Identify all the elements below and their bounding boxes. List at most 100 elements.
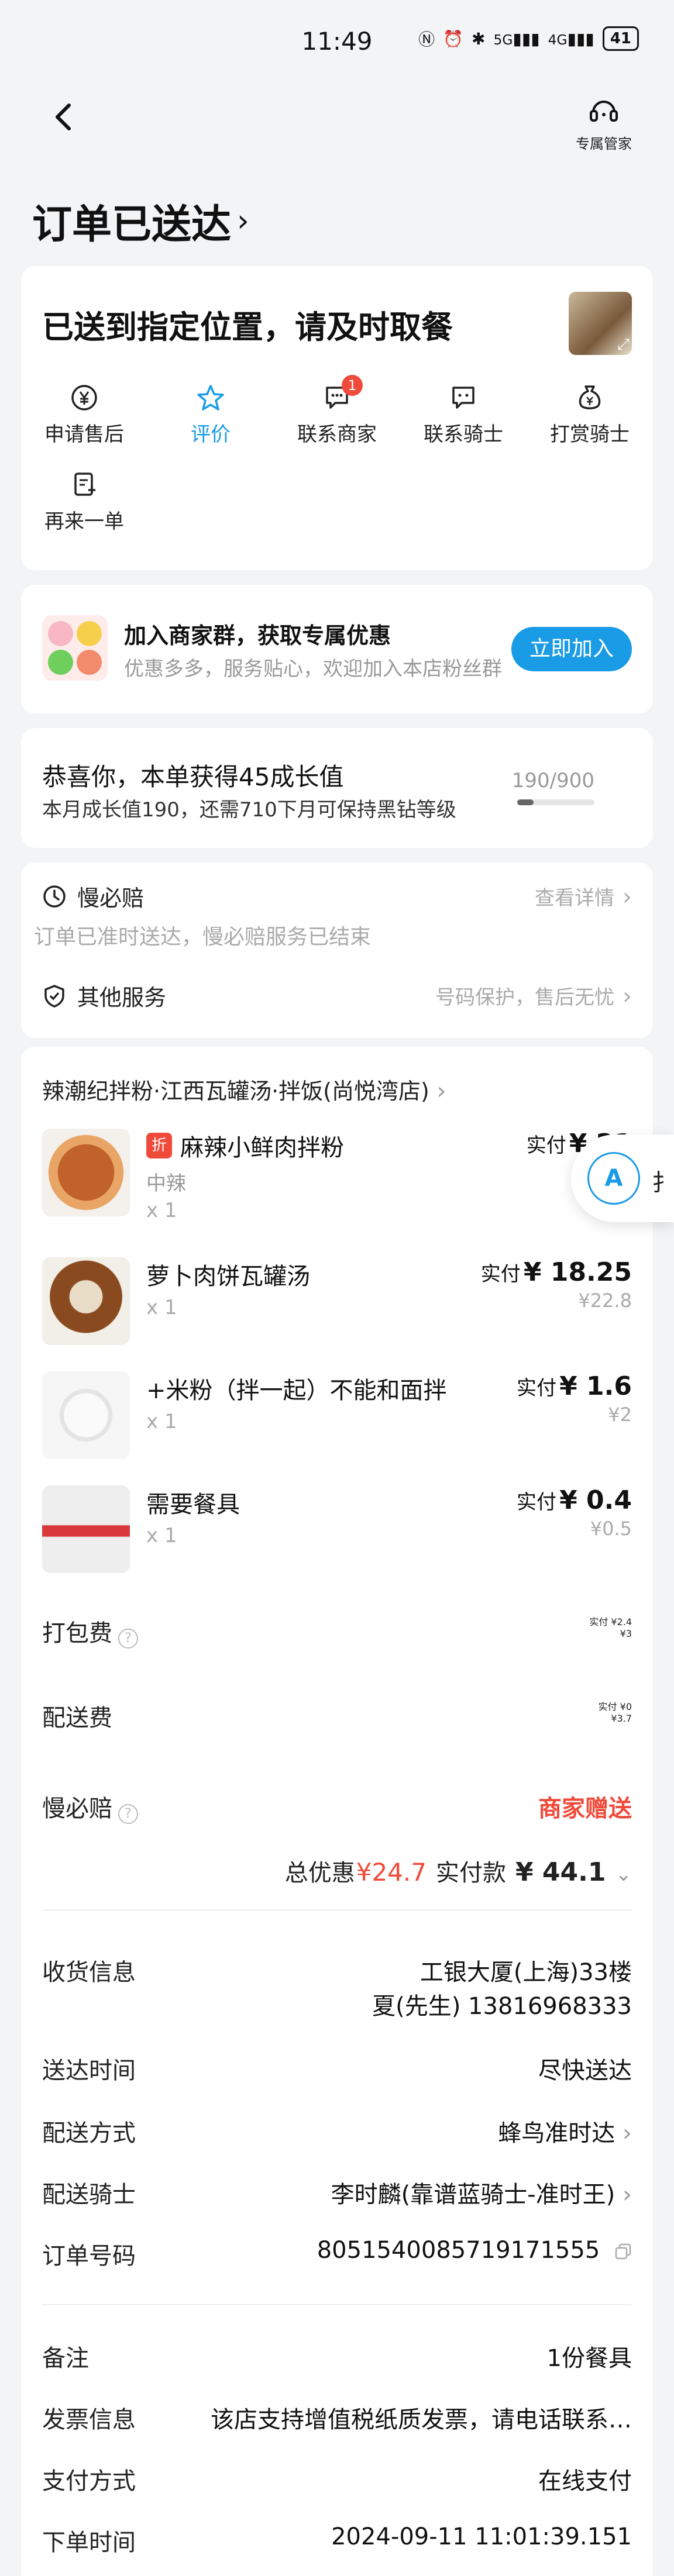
price-value: ¥0 xyxy=(620,1701,632,1712)
address-line2: 夏(先生) 13816968333 xyxy=(372,1993,632,2020)
original-price: ¥3 xyxy=(620,1628,632,1639)
action-label: 联系骑士 xyxy=(424,423,503,446)
address-row: 收货信息 工银大厦(上海)33楼 夏(先生) 13816968333 xyxy=(42,1953,632,2020)
status-bar: 11:49 Ⓝ ⏰ ✱ 5G▮▮▮ 4G▮▮▮ 41 xyxy=(0,0,674,82)
discount-label: 总优惠 xyxy=(284,1860,355,1887)
price-label: 实付 xyxy=(598,1701,617,1712)
action-label: 联系商家 xyxy=(297,423,377,446)
action-label: 打赏骑士 xyxy=(550,423,630,446)
item-qty: x 1 xyxy=(146,1410,177,1433)
other-services-title: 其他服务 xyxy=(77,985,167,1011)
info-label: 备注 xyxy=(42,2345,89,2372)
chat-icon xyxy=(452,387,474,409)
shop-name-link[interactable]: 辣潮纪拌粉·江西瓦罐汤·拌饭(尚悦湾店) xyxy=(42,1073,446,1105)
action-grid: 申请售后 评价 1 联系商家 联系骑士 打赏骑士 再来一单 xyxy=(21,375,653,534)
paid-value: ¥ 44.1 xyxy=(515,1857,606,1887)
action-label: 评价 xyxy=(191,423,231,446)
price-value: ¥ 0.4 xyxy=(559,1485,632,1515)
star-icon xyxy=(197,385,224,411)
item-qty: x 1 xyxy=(146,1524,177,1547)
original-price: ¥0.5 xyxy=(590,1518,632,1540)
action-tip-rider[interactable]: 打赏骑士 xyxy=(527,383,653,447)
bluetooth-icon: ✱ xyxy=(472,29,486,49)
growth-headline: 恭喜你，本单获得45成长值 xyxy=(42,763,344,791)
butler-button[interactable]: 专属管家 xyxy=(569,94,639,153)
yen-circle-icon xyxy=(71,385,97,411)
item-name: 折 麻辣小鲜肉拌粉 xyxy=(146,1129,344,1163)
info-label: 配送方式 xyxy=(42,2120,136,2147)
action-reorder[interactable]: 再来一单 xyxy=(21,470,147,534)
info-label: 送达时间 xyxy=(42,2057,136,2084)
item-qty: x 1 xyxy=(146,1296,177,1319)
money-bag-icon xyxy=(579,385,601,409)
floating-translate-button[interactable]: A 扌 xyxy=(571,1134,674,1222)
packing-fee-row: 打包费? 实付 ¥2.4 ¥3 xyxy=(42,1614,632,1649)
item-name-text: +米粉（拌一起）不能和面拌 xyxy=(146,1377,447,1404)
item-name: 需要餐具 xyxy=(146,1485,240,1519)
item-name: +米粉（拌一起）不能和面拌 xyxy=(146,1371,447,1405)
order-number-value: 8051540085719171555 xyxy=(317,2237,632,2264)
price-label: 实付 xyxy=(517,1377,557,1400)
order-number-text: 8051540085719171555 xyxy=(317,2237,600,2264)
item-image xyxy=(42,1485,130,1573)
item-image xyxy=(42,1129,130,1216)
help-icon[interactable]: ? xyxy=(118,1803,138,1824)
action-contact-merchant[interactable]: 1 联系商家 xyxy=(274,375,400,447)
growth-detail: 本月成长值190，还需710下月可保持黑钻等级 xyxy=(42,798,456,822)
status-headline: 已送到指定位置，请及时取餐 xyxy=(42,309,453,346)
butler-label: 专属管家 xyxy=(576,136,632,152)
action-after-sale[interactable]: 申请售后 xyxy=(21,383,147,447)
fee-price: 实付 ¥0 ¥3.7 xyxy=(599,1699,632,1724)
item-qty: x 1 xyxy=(146,1199,177,1222)
item-name: 萝卜肉饼瓦罐汤 xyxy=(146,1257,310,1291)
order-totals[interactable]: 总优惠 ¥24.7 实付款 ¥ 44.1 ⌄ xyxy=(285,1854,632,1888)
status-time: 11:49 xyxy=(301,26,373,56)
other-services-value: 号码保护，售后无忧 xyxy=(435,981,632,1010)
order-item: 萝卜肉饼瓦罐汤 x 1 实付 ¥ 18.25 ¥22.8 xyxy=(42,1257,653,1351)
action-contact-rider[interactable]: 联系骑士 xyxy=(400,383,527,447)
action-label: 申请售后 xyxy=(44,423,124,446)
back-arrow-icon[interactable] xyxy=(47,99,82,135)
paid-label: 实付款 xyxy=(436,1860,506,1887)
fee-label: 慢必赔 xyxy=(42,1795,112,1822)
info-label: 配送骑士 xyxy=(42,2181,136,2208)
growth-points-card: 恭喜你，本单获得45成长值 本月成长值190，还需710下月可保持黑钻等级 19… xyxy=(21,728,653,848)
expand-icon: ⤢ xyxy=(617,336,630,353)
price-label: 实付 xyxy=(589,1616,608,1627)
item-name-text: 萝卜肉饼瓦罐汤 xyxy=(146,1263,310,1290)
merchant-gift-label: 商家赠送 xyxy=(538,1795,632,1822)
signal-5g-icon: 5G▮▮▮ xyxy=(493,29,540,49)
info-label: 收货信息 xyxy=(42,1959,136,1986)
headset-icon xyxy=(590,101,618,122)
slow-compensation-title: 慢必赔 xyxy=(77,885,145,911)
info-value: 该店支持增值税纸质发票，请电话联系… xyxy=(211,2406,632,2433)
info-label: 订单号码 xyxy=(42,2243,136,2270)
shield-check-icon xyxy=(44,984,64,1008)
join-group-button[interactable]: 立即加入 xyxy=(511,627,632,671)
other-services-row[interactable]: 其他服务 号码保护，售后无忧 xyxy=(42,980,632,1012)
order-detail-card: 辣潮纪拌粉·江西瓦罐汤·拌饭(尚悦湾店) 折 麻辣小鲜肉拌粉 中辣 x 1 实付… xyxy=(21,1047,653,2576)
growth-progress-fill xyxy=(517,799,534,805)
order-item: 需要餐具 x 1 实付 ¥ 0.4 ¥0.5 xyxy=(42,1485,653,1579)
price-label: 实付 xyxy=(480,1263,521,1286)
action-review[interactable]: 评价 xyxy=(147,383,274,447)
page-title[interactable]: 订单已送达 › xyxy=(32,192,249,250)
help-icon[interactable]: ? xyxy=(118,1628,138,1649)
original-price: ¥2 xyxy=(608,1403,632,1426)
growth-count: 190/900 xyxy=(511,769,594,792)
group-title: 加入商家群，获取专属优惠 xyxy=(124,623,391,649)
info-value: 李时麟(靠谱蓝骑士-准时王) xyxy=(331,2175,632,2209)
slow-compensation-fee-row: 慢必赔? 商家赠送 xyxy=(42,1789,632,1824)
clock-icon xyxy=(43,885,66,908)
chevron-right-icon: › xyxy=(237,203,249,239)
slow-compensation-row[interactable]: 慢必赔 查看详情 xyxy=(42,880,632,912)
delivery-photo-thumbnail[interactable]: ⤢ xyxy=(569,292,632,355)
copy-icon[interactable] xyxy=(614,2243,632,2260)
price-value: ¥2.4 xyxy=(611,1616,632,1627)
alarm-icon: ⏰ xyxy=(443,29,464,49)
item-name-text: 需要餐具 xyxy=(146,1491,240,1518)
divider xyxy=(42,2304,632,2305)
nfc-icon: Ⓝ xyxy=(418,30,435,49)
view-details-link[interactable]: 查看详情 xyxy=(535,882,632,911)
original-price: ¥3.7 xyxy=(611,1713,632,1724)
